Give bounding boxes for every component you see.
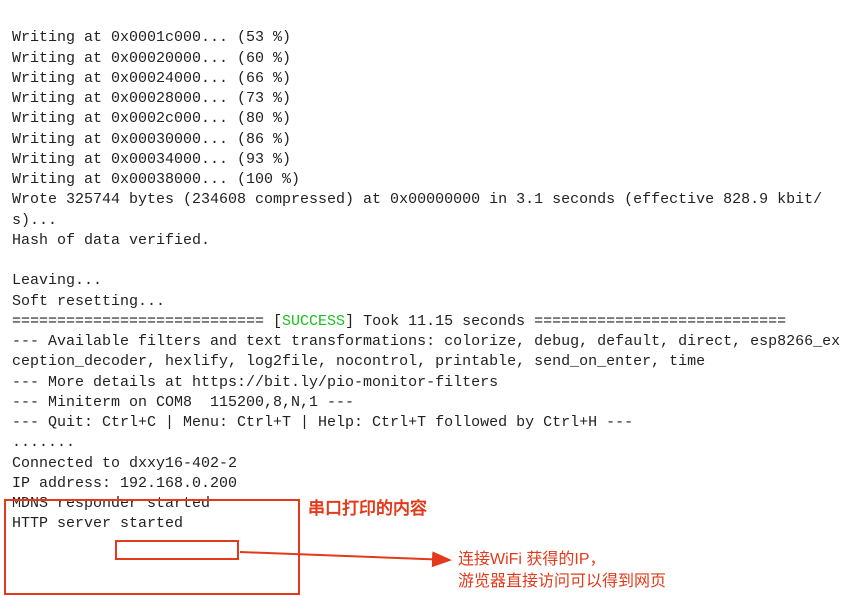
reset-line: Soft resetting... xyxy=(12,293,165,310)
flash-line: Writing at 0x00028000... (73 %) xyxy=(12,90,291,107)
http-line: HTTP server started xyxy=(12,515,183,532)
annotation-desc-2: 游览器直接访问可以得到网页 xyxy=(458,571,666,593)
leaving-line: Leaving... xyxy=(12,272,102,289)
flash-line: Writing at 0x00024000... (66 %) xyxy=(12,70,291,87)
flash-line: Writing at 0x0001c000... (53 %) xyxy=(12,29,291,46)
annotation-box-ip xyxy=(115,540,239,560)
details-line: --- More details at https://bit.ly/pio-m… xyxy=(12,374,498,391)
hash-line: Hash of data verified. xyxy=(12,232,210,249)
flash-line: Writing at 0x00030000... (86 %) xyxy=(12,131,291,148)
success-prefix: ============================ [ xyxy=(12,313,282,330)
success-line: ============================ [SUCCESS] T… xyxy=(12,313,786,330)
flash-line: Writing at 0x0002c000... (80 %) xyxy=(12,110,291,127)
flash-line: Writing at 0x00020000... (60 %) xyxy=(12,50,291,67)
annotation-arrow-icon xyxy=(240,548,460,578)
flash-line: Writing at 0x00038000... (100 %) xyxy=(12,171,300,188)
miniterm-line: --- Miniterm on COM8 115200,8,N,1 --- xyxy=(12,394,354,411)
flash-summary: Wrote 325744 bytes (234608 compressed) a… xyxy=(12,191,822,228)
terminal-output: Writing at 0x0001c000... (53 %) Writing … xyxy=(12,8,845,535)
filters-line: --- Available filters and text transform… xyxy=(12,333,840,370)
quit-line: --- Quit: Ctrl+C | Menu: Ctrl+T | Help: … xyxy=(12,414,633,431)
ip-line: IP address: 192.168.0.200 xyxy=(12,475,237,492)
success-suffix: ] Took 11.15 seconds ===================… xyxy=(345,313,786,330)
connected-line: Connected to dxxy16-402-2 xyxy=(12,455,237,472)
mdns-line: MDNS responder started xyxy=(12,495,210,512)
success-word: SUCCESS xyxy=(282,313,345,330)
flash-line: Writing at 0x00034000... (93 %) xyxy=(12,151,291,168)
dots-line: ....... xyxy=(12,434,75,451)
annotation-desc-1: 连接WiFi 获得的IP， xyxy=(458,549,606,571)
annotation-title: 串口打印的内容 xyxy=(308,498,427,521)
